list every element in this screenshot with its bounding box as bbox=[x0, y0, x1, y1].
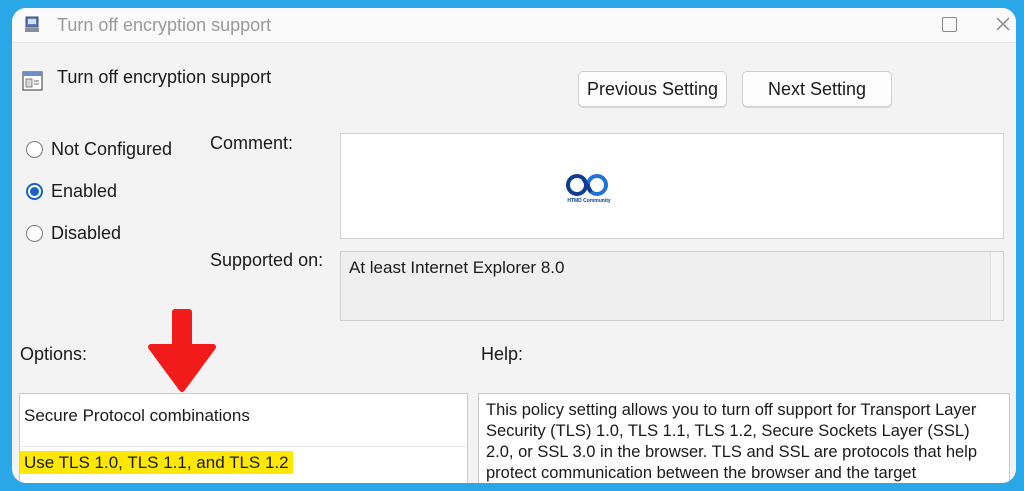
next-setting-button[interactable]: Next Setting bbox=[742, 71, 892, 107]
close-button[interactable] bbox=[990, 12, 1016, 36]
help-label: Help: bbox=[481, 344, 524, 364]
help-text: This policy setting allows you to turn o… bbox=[486, 401, 978, 482]
comment-label: Comment: bbox=[210, 133, 294, 153]
option-setting-value[interactable]: Use TLS 1.0, TLS 1.1, and TLS 1.2 bbox=[20, 451, 293, 474]
logo-caption: HTMD Community bbox=[567, 198, 611, 204]
down-arrow-icon bbox=[148, 309, 216, 392]
supported-value: At least Internet Explorer 8.0 bbox=[349, 258, 565, 277]
radio-not-configured[interactable]: Not Configured bbox=[26, 139, 172, 160]
radio-circle[interactable] bbox=[26, 141, 43, 158]
title-bar: Turn off encryption support bbox=[12, 8, 1016, 43]
maximize-button[interactable] bbox=[936, 12, 962, 36]
htmd-logo: HTMD Community bbox=[563, 172, 615, 212]
radio-label: Disabled bbox=[51, 223, 122, 243]
window-title: Turn off encryption support bbox=[57, 15, 272, 35]
radio-circle-selected[interactable] bbox=[26, 183, 43, 200]
setting-title: Turn off encryption support bbox=[57, 67, 272, 87]
policy-app-icon bbox=[25, 16, 39, 32]
setting-icon bbox=[22, 71, 43, 91]
maximize-icon bbox=[941, 16, 957, 32]
htmd-logo-mark bbox=[566, 174, 608, 196]
option-value-row[interactable]: Use TLS 1.0, TLS 1.1, and TLS 1.2 bbox=[20, 446, 467, 474]
close-icon bbox=[996, 17, 1010, 31]
radio-disabled[interactable]: Disabled bbox=[26, 223, 121, 244]
comment-textarea[interactable]: HTMD Community bbox=[340, 133, 1004, 239]
radio-enabled[interactable]: Enabled bbox=[26, 181, 117, 202]
radio-label: Not Configured bbox=[51, 139, 173, 159]
policy-dialog: Turn off encryption support Turn off enc… bbox=[12, 8, 1016, 483]
option-setting-name: Secure Protocol combinations bbox=[24, 406, 250, 425]
radio-circle[interactable] bbox=[26, 225, 43, 242]
radio-label: Enabled bbox=[51, 181, 118, 201]
scrollbar[interactable] bbox=[990, 252, 1003, 320]
help-pane: This policy setting allows you to turn o… bbox=[478, 393, 1010, 483]
supported-on-box: At least Internet Explorer 8.0 bbox=[340, 251, 1004, 321]
options-pane: Secure Protocol combinations Use TLS 1.0… bbox=[19, 393, 468, 483]
supported-label: Supported on: bbox=[210, 250, 324, 270]
previous-setting-button[interactable]: Previous Setting bbox=[578, 71, 727, 107]
options-label: Options: bbox=[20, 344, 88, 364]
